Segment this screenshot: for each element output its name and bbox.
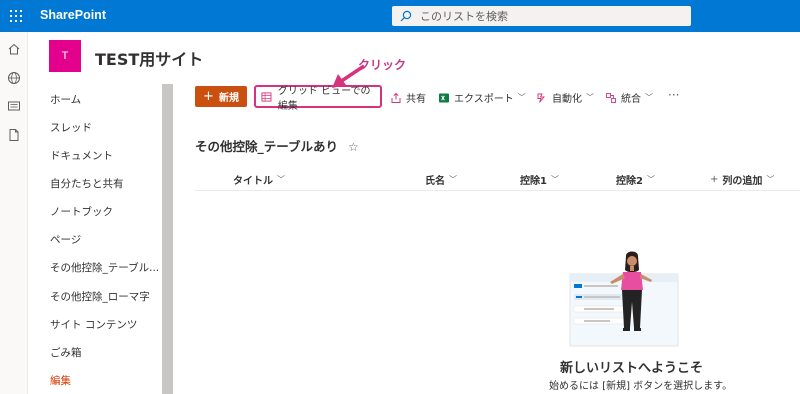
plus-icon: + [203,89,214,104]
automate-button[interactable]: 自動化 ﹀ [536,90,594,105]
export-label: エクスポート [454,94,514,105]
nav-item-deduction-romaji[interactable]: その他控除_ローマ字 [50,289,160,304]
suite-bar: SharePoint このリストを検索 [0,0,800,32]
column-header-deduction2[interactable]: 控除2 ﹀ [616,172,655,187]
list-title: その他控除_テーブルあり ☆ [195,136,359,155]
chevron-down-icon: ﹀ [646,175,655,184]
home-icon[interactable] [7,42,21,56]
column-divider [195,190,800,191]
column-deduction1-label: 控除1 [520,176,547,187]
search-box[interactable]: このリストを検索 [392,6,691,26]
nav-scrollbar[interactable] [162,84,173,394]
more-actions-button[interactable]: ··· [668,88,679,102]
list-title-text: その他控除_テーブルあり [195,139,339,154]
automate-label: 自動化 [552,94,582,105]
nav-edit-link[interactable]: 編集 [50,373,160,388]
share-label: 共有 [406,94,426,105]
column-header-name[interactable]: 氏名 ﹀ [425,172,457,187]
column-header-title[interactable]: タイトル ﹀ [233,172,285,187]
left-nav: ホーム スレッド ドキュメント 自分たちと共有 ノートブック ページ その他控除… [28,84,174,394]
favorite-star-icon[interactable]: ☆ [348,140,359,154]
integrate-label: 統合 [621,94,641,105]
new-button[interactable]: + 新規 [195,86,247,107]
empty-state-heading: 新しいリストへようこそ [560,361,704,376]
integrate-button[interactable]: 統合 ﹀ [605,90,653,105]
chevron-down-icon: ﹀ [449,175,457,184]
globe-icon[interactable] [7,71,21,85]
share-button[interactable]: 共有 [390,90,426,105]
column-deduction2-label: 控除2 [616,176,643,187]
automate-icon [537,93,545,103]
add-column-label: 列の追加 [722,176,763,187]
plus-icon: + [710,174,719,185]
nav-item-site-contents[interactable]: サイト コンテンツ [50,317,160,332]
search-icon [400,10,412,22]
integrate-icon [606,92,616,103]
nav-item-recycle-bin[interactable]: ごみ箱 [50,345,160,360]
chevron-down-icon: ﹀ [586,93,594,102]
grid-view-edit-button[interactable]: グリッド ビューでの編集 [254,85,382,112]
news-icon[interactable] [7,99,21,113]
export-button[interactable]: エクスポート ﹀ [438,90,526,105]
empty-list-illustration [569,251,679,347]
chevron-down-icon: ﹀ [550,175,559,184]
nav-item-home[interactable]: ホーム [50,92,160,107]
new-button-label: 新規 [218,93,239,104]
brand-name[interactable]: SharePoint [40,8,106,22]
nav-item-threads[interactable]: スレッド [50,120,160,135]
search-placeholder: このリストを検索 [420,10,508,23]
file-icon[interactable] [7,128,21,142]
app-rail [0,32,28,394]
empty-state-hint: 始めるには [新規] ボタンを選択します。 [549,381,733,392]
nav-item-deduction-table[interactable]: その他控除_テーブル... [50,260,160,275]
add-column-button[interactable]: + 列の追加 ﹀ [710,172,774,187]
chevron-down-icon: ﹀ [277,175,285,184]
nav-item-shared-with-us[interactable]: 自分たちと共有 [50,176,160,191]
column-title-label: タイトル [233,176,273,187]
site-title[interactable]: TEST用サイト [95,46,203,70]
column-name-label: 氏名 [425,176,445,187]
excel-icon [439,93,449,102]
site-logo[interactable]: T [49,40,81,72]
share-icon [391,92,401,103]
chevron-down-icon: ﹀ [645,93,653,102]
app-launcher-icon[interactable] [0,0,32,32]
chevron-down-icon: ﹀ [766,175,775,184]
chevron-down-icon: ﹀ [517,93,526,102]
grid-view-edit-label: グリッド ビューでの編集 [277,85,371,112]
nav-item-notebook[interactable]: ノートブック [50,204,160,219]
grid-icon [261,91,272,102]
column-header-deduction1[interactable]: 控除1 ﹀ [520,172,559,187]
nav-item-pages[interactable]: ページ [50,232,160,247]
nav-item-documents[interactable]: ドキュメント [50,148,160,163]
